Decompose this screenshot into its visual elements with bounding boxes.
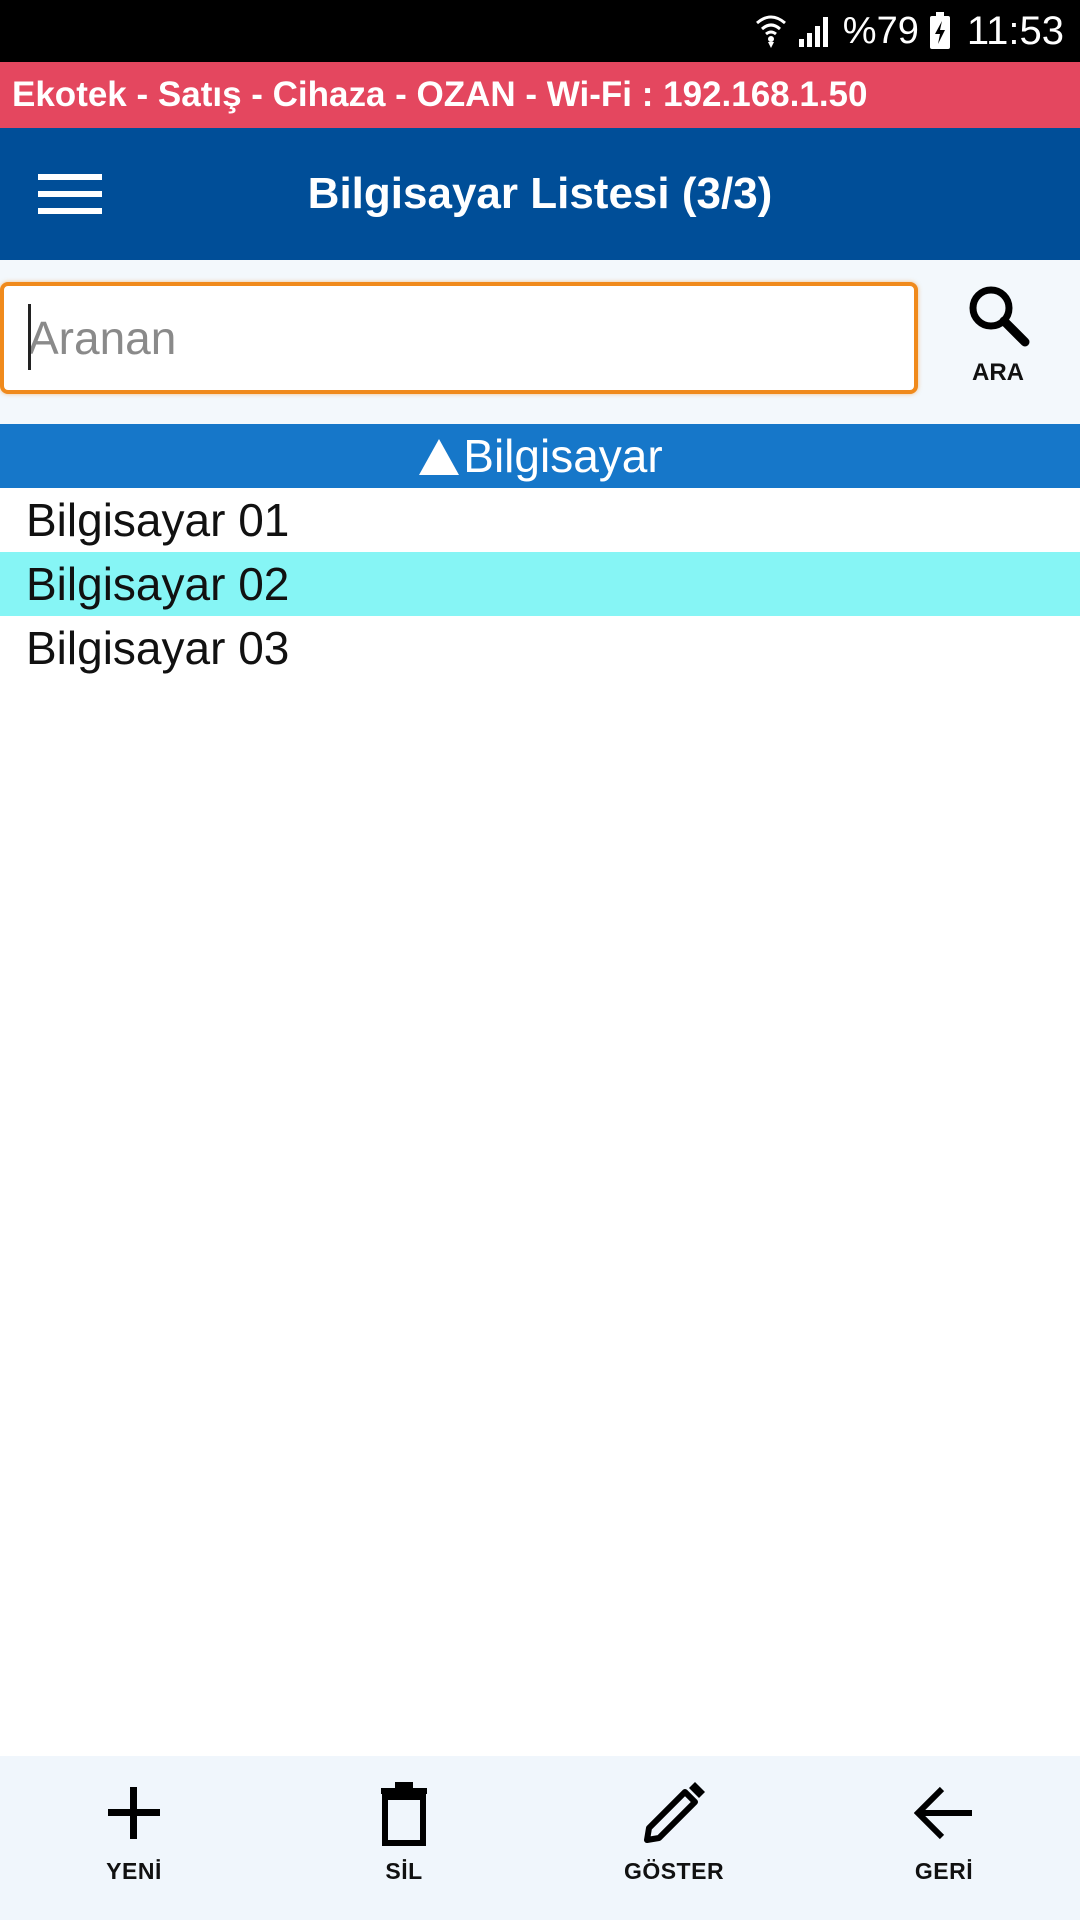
sort-ascending-icon (417, 437, 461, 477)
back-button-label: GERİ (914, 1858, 974, 1884)
column-header-label: Bilgisayar (463, 430, 663, 482)
search-button-label: ARA (972, 359, 1024, 386)
trash-icon (369, 1778, 439, 1848)
status-indicators: %79 11:53 (755, 0, 1064, 62)
signal-icon (797, 13, 833, 49)
hamburger-menu-icon[interactable] (30, 162, 110, 226)
delete-button-label: SİL (385, 1858, 423, 1884)
back-button[interactable]: GERİ (854, 1778, 1034, 1908)
search-button[interactable]: ARA (948, 282, 1048, 410)
new-button[interactable]: YENİ (44, 1778, 224, 1908)
app-screen: %79 11:53 Ekotek - Satış - Cihaza - OZAN… (0, 0, 1080, 1920)
connection-info-banner: Ekotek - Satış - Cihaza - OZAN - Wi-Fi :… (0, 62, 1080, 128)
computer-list: Bilgisayar 01 Bilgisayar 02 Bilgisayar 0… (0, 488, 1080, 680)
battery-charging-icon (929, 12, 951, 50)
list-item-selected[interactable]: Bilgisayar 02 (0, 552, 1080, 616)
search-bar: ARA (0, 260, 1080, 424)
show-button-label: GÖSTER (623, 1858, 725, 1884)
search-input[interactable] (0, 282, 918, 394)
list-item[interactable]: Bilgisayar 03 (0, 616, 1080, 680)
plus-icon (99, 1778, 169, 1848)
new-button-label: YENİ (106, 1858, 162, 1884)
list-item[interactable]: Bilgisayar 01 (0, 488, 1080, 552)
pencil-icon (639, 1778, 709, 1848)
text-cursor (28, 304, 31, 370)
clock: 11:53 (966, 8, 1064, 53)
show-button[interactable]: GÖSTER (584, 1778, 764, 1908)
page-title: Bilgisayar Listesi (3/3) (307, 169, 773, 218)
status-bar: %79 11:53 (0, 0, 1080, 62)
app-bar: Bilgisayar Listesi (3/3) (0, 128, 1080, 260)
delete-button[interactable]: SİL (314, 1778, 494, 1908)
arrow-left-icon (909, 1778, 979, 1848)
battery-percent: %79 (842, 9, 919, 52)
bottom-toolbar: YENİ SİL GÖSTER GERİ (0, 1756, 1080, 1920)
wifi-icon (755, 13, 787, 49)
search-icon (965, 282, 1031, 353)
column-header-bilgisayar[interactable]: Bilgisayar (0, 424, 1080, 488)
